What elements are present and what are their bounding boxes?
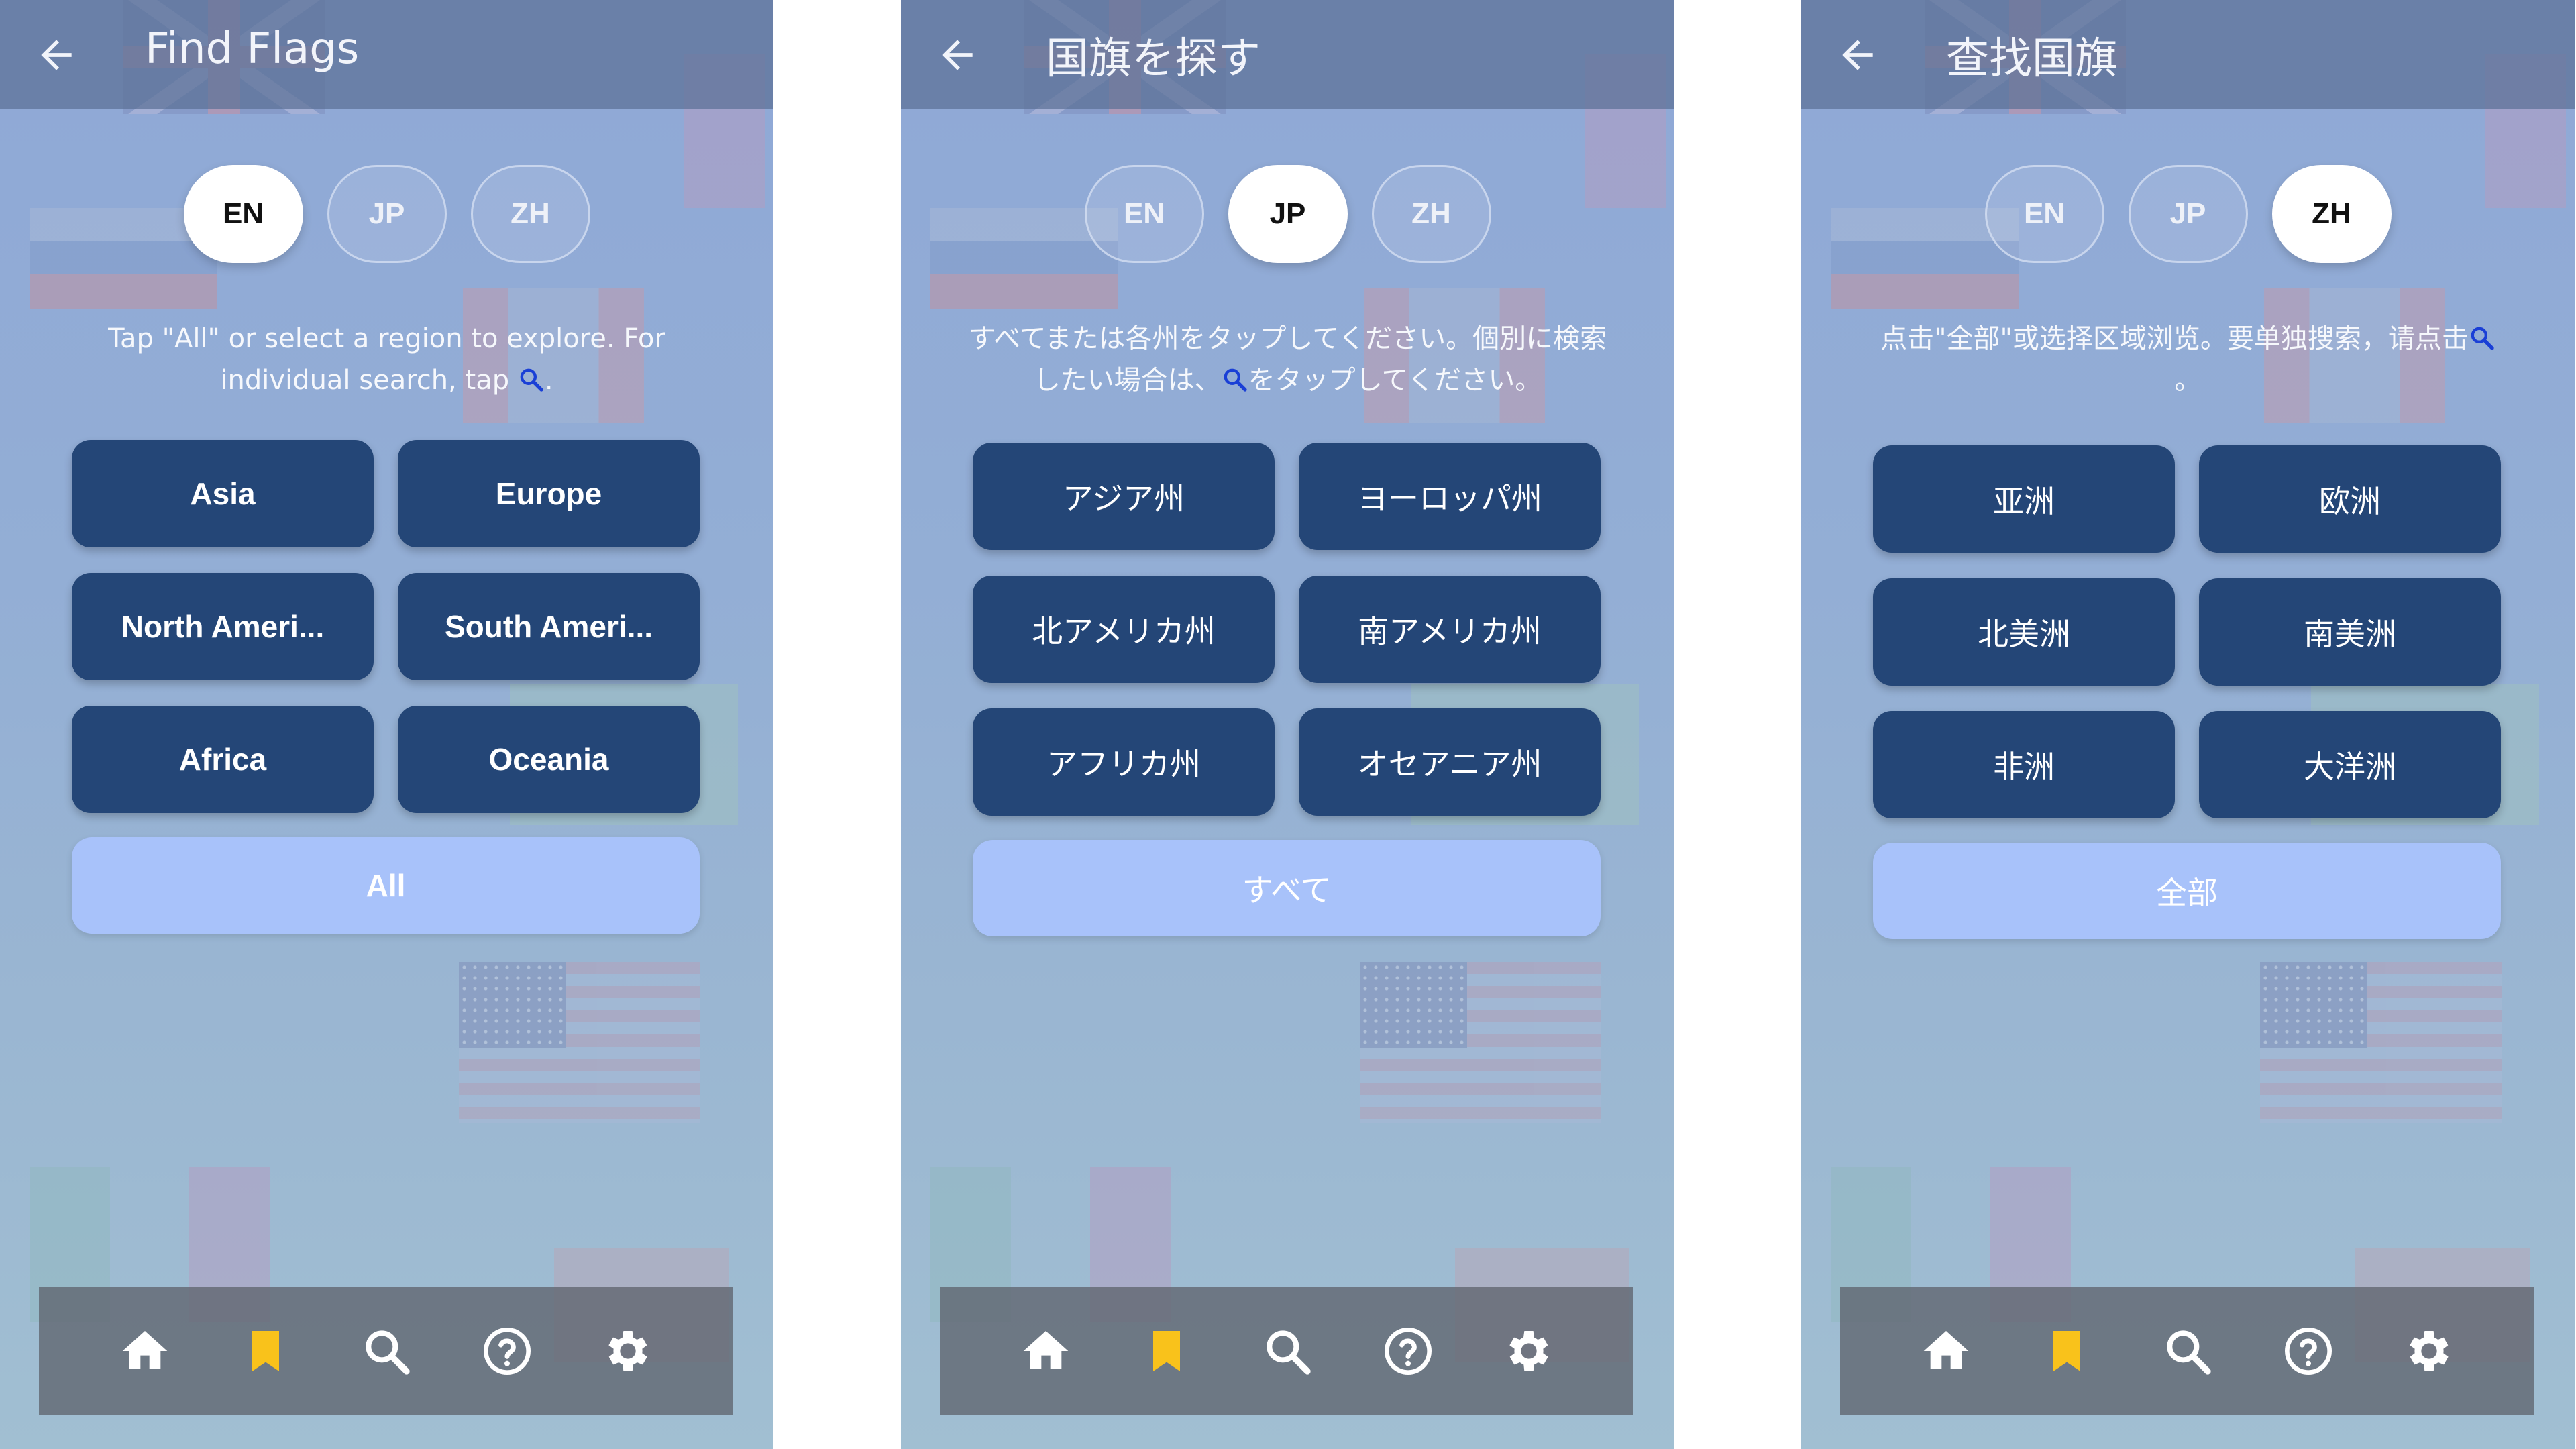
region-button-europe[interactable]: 欧洲 xyxy=(2199,445,2501,553)
region-button-south-america[interactable]: South Ameri... xyxy=(398,573,700,680)
settings-icon xyxy=(2410,1331,2449,1371)
all-button[interactable]: All xyxy=(72,837,700,934)
home-icon xyxy=(122,1331,168,1369)
back-arrow-icon[interactable] xyxy=(34,32,79,78)
bg-flag-usa xyxy=(1360,962,1601,1123)
region-grid: 亚洲 欧洲 北美洲 南美洲 非洲 大洋洲 xyxy=(1873,445,2504,818)
region-button-oceania[interactable]: オセアニア州 xyxy=(1299,708,1601,816)
lang-button-zh[interactable]: ZH xyxy=(470,165,590,263)
region-grid: アジア州 ヨーロッパ州 北アメリカ州 南アメリカ州 アフリカ州 オセアニア州 xyxy=(973,443,1603,816)
region-button-oceania[interactable]: Oceania xyxy=(398,706,700,813)
region-button-europe[interactable]: ヨーロッパ州 xyxy=(1299,443,1601,550)
magnifier-icon xyxy=(520,368,543,392)
instruction-text-after: をタップしてください。 xyxy=(1248,365,1542,396)
bookmark-icon xyxy=(1153,1331,1180,1371)
back-arrow-icon[interactable] xyxy=(934,32,980,78)
lang-button-en[interactable]: EN xyxy=(183,165,303,263)
nav-search[interactable] xyxy=(1260,1324,1314,1378)
language-selector: EN JP ZH xyxy=(1801,165,2575,263)
lang-button-en[interactable]: EN xyxy=(1084,165,1204,263)
all-button[interactable]: すべて xyxy=(973,840,1601,936)
page-title: Find Flags xyxy=(145,24,360,74)
region-button-south-america[interactable]: 南美洲 xyxy=(2199,578,2501,686)
bottom-nav-bar xyxy=(39,1287,733,1415)
bottom-nav-bar xyxy=(1840,1287,2534,1415)
settings-icon xyxy=(1509,1331,1548,1371)
language-selector: EN JP ZH xyxy=(901,165,1674,263)
app-bar: 国旗を探す xyxy=(901,0,1674,109)
region-button-africa[interactable]: Africa xyxy=(72,706,374,813)
instruction-text-after: 。 xyxy=(2174,365,2202,396)
region-button-north-america[interactable]: 北美洲 xyxy=(1873,578,2175,686)
help-icon xyxy=(484,1328,531,1375)
nav-settings[interactable] xyxy=(1502,1324,1556,1378)
all-button[interactable]: 全部 xyxy=(1873,843,2501,939)
bg-flag-usa xyxy=(459,962,700,1123)
region-button-asia[interactable]: 亚洲 xyxy=(1873,445,2175,553)
region-button-asia[interactable]: Asia xyxy=(72,440,374,547)
nav-bookmarks[interactable] xyxy=(1140,1324,1193,1378)
region-button-africa[interactable]: アフリカ州 xyxy=(973,708,1275,816)
nav-home[interactable] xyxy=(1919,1324,1973,1378)
bg-flag-usa xyxy=(2260,962,2502,1123)
magnifier-icon xyxy=(2471,327,2494,350)
back-arrow-icon[interactable] xyxy=(1835,32,1880,78)
instruction-text-before: 点击"全部"或选择区域浏览。要单独搜索，请点击 xyxy=(1880,323,2469,354)
instruction-text: すべてまたは各州をタップしてください。個別に検索したい場合は、 をタップしてくださ… xyxy=(968,318,1607,401)
nav-help[interactable] xyxy=(2282,1324,2335,1378)
language-selector: EN JP ZH xyxy=(0,165,773,263)
instruction-text: Tap "All" or select a region to explore.… xyxy=(67,318,706,401)
region-button-asia[interactable]: アジア州 xyxy=(973,443,1275,550)
lang-button-zh[interactable]: ZH xyxy=(1371,165,1491,263)
instruction-text-before: Tap "All" or select a region to explore.… xyxy=(108,323,665,396)
lang-button-zh[interactable]: ZH xyxy=(2271,165,2392,263)
nav-search[interactable] xyxy=(360,1324,413,1378)
search-icon xyxy=(1267,1330,1311,1375)
nav-bookmarks[interactable] xyxy=(2040,1324,2094,1378)
nav-home[interactable] xyxy=(118,1324,172,1378)
home-icon xyxy=(1923,1331,1969,1369)
instruction-text-after: . xyxy=(544,365,553,396)
nav-settings[interactable] xyxy=(2402,1324,2456,1378)
page-title: 查找国旗 xyxy=(1946,34,2118,84)
nav-settings[interactable] xyxy=(601,1324,655,1378)
screenshot-stage: Find Flags EN JP ZH Tap "All" or select … xyxy=(0,0,2576,1449)
page-title: 国旗を探す xyxy=(1046,34,1260,84)
region-button-europe[interactable]: Europe xyxy=(398,440,700,547)
region-button-oceania[interactable]: 大洋洲 xyxy=(2199,711,2501,818)
bookmark-icon xyxy=(252,1331,279,1371)
bottom-nav-bar xyxy=(940,1287,1633,1415)
region-button-africa[interactable]: 非洲 xyxy=(1873,711,2175,818)
lang-button-en[interactable]: EN xyxy=(1984,165,2104,263)
nav-bookmarks[interactable] xyxy=(239,1324,292,1378)
lang-button-jp[interactable]: JP xyxy=(2128,165,2248,263)
phone-screen-zh: 查找国旗 EN JP ZH 点击"全部"或选择区域浏览。要单独搜索，请点击。 亚… xyxy=(1801,0,2575,1449)
magnifier-icon xyxy=(1224,368,1247,392)
app-bar: 查找国旗 xyxy=(1801,0,2575,109)
settings-icon xyxy=(608,1331,647,1371)
help-icon xyxy=(1385,1328,1432,1375)
phone-screen-jp: 国旗を探す EN JP ZH すべてまたは各州をタップしてください。個別に検索し… xyxy=(901,0,1674,1449)
nav-search[interactable] xyxy=(2161,1324,2214,1378)
region-button-south-america[interactable]: 南アメリカ州 xyxy=(1299,576,1601,683)
search-icon xyxy=(2167,1330,2211,1375)
phone-screen-en: Find Flags EN JP ZH Tap "All" or select … xyxy=(0,0,773,1449)
search-icon xyxy=(366,1330,410,1375)
home-icon xyxy=(1023,1331,1069,1369)
region-button-north-america[interactable]: North Ameri... xyxy=(72,573,374,680)
bookmark-icon xyxy=(2053,1331,2080,1371)
region-button-north-america[interactable]: 北アメリカ州 xyxy=(973,576,1275,683)
lang-button-jp[interactable]: JP xyxy=(327,165,447,263)
help-icon xyxy=(2285,1328,2332,1375)
nav-home[interactable] xyxy=(1019,1324,1073,1378)
region-grid: Asia Europe North Ameri... South Ameri..… xyxy=(72,440,702,813)
instruction-text: 点击"全部"或选择区域浏览。要单独搜索，请点击。 xyxy=(1868,318,2508,401)
lang-button-jp[interactable]: JP xyxy=(1228,165,1348,263)
app-bar: Find Flags xyxy=(0,0,773,109)
nav-help[interactable] xyxy=(480,1324,534,1378)
nav-help[interactable] xyxy=(1381,1324,1435,1378)
